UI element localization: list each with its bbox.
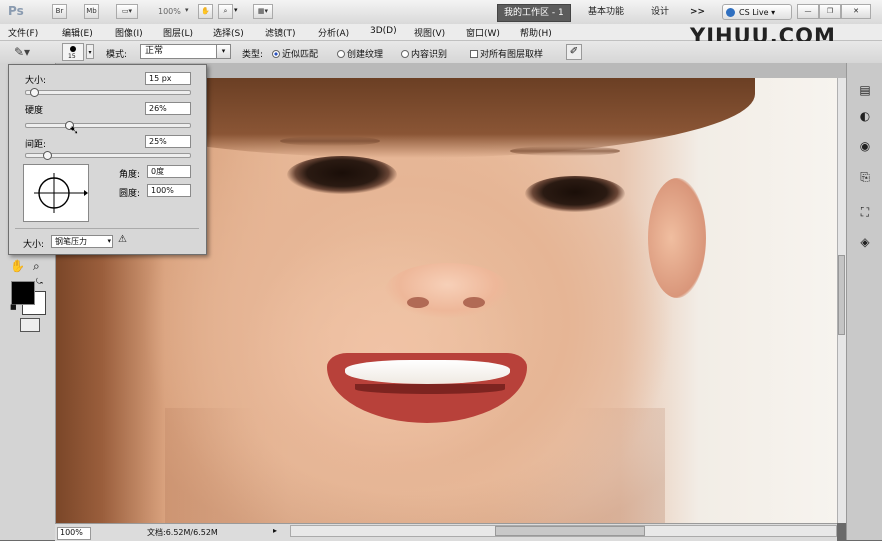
status-menu-arrow-icon[interactable]: ▸ bbox=[273, 526, 277, 535]
menu-help[interactable]: 帮助(H) bbox=[520, 26, 552, 39]
size-label: 大小: bbox=[25, 76, 47, 86]
hand-icon[interactable]: ✋ bbox=[198, 4, 213, 19]
type-texture-radio[interactable]: 创建纹理 bbox=[337, 47, 383, 60]
menu-file[interactable]: 文件(F) bbox=[8, 26, 38, 39]
cslive-label: CS Live bbox=[739, 8, 769, 17]
title-bar: Ps Br Mb ▭▾ 100% ▾ ✋ ⌕ ▾ ▦▾ 我的工作区 - 1 基本… bbox=[0, 0, 882, 25]
zoom-dropdown-icon[interactable]: ▾ bbox=[185, 6, 189, 14]
size-control-label: 大小: bbox=[23, 240, 45, 250]
hardness-field[interactable]: 26% bbox=[145, 102, 191, 115]
photo-nose bbox=[385, 263, 510, 318]
brush-crosshair-icon bbox=[34, 173, 88, 213]
view-dropdown-icon[interactable]: ▾ bbox=[234, 6, 238, 14]
menu-3d[interactable]: 3D(D) bbox=[370, 26, 397, 36]
photo-ear bbox=[648, 178, 706, 298]
more-workspaces-button[interactable]: >> bbox=[684, 4, 711, 20]
spacing-field[interactable]: 25% bbox=[145, 135, 191, 148]
vertical-scroll-thumb[interactable] bbox=[838, 255, 845, 335]
paths-panel-icon[interactable]: ⎘ bbox=[855, 168, 875, 186]
type-proximity-radio[interactable]: 近似匹配 bbox=[272, 47, 318, 60]
hardness-slider-track[interactable] bbox=[25, 123, 191, 128]
zoom-level-select[interactable]: 100% bbox=[158, 7, 181, 16]
angle-field[interactable]: 0度 bbox=[147, 165, 191, 178]
menu-window[interactable]: 窗口(W) bbox=[466, 26, 500, 39]
hardness-label: 硬度 bbox=[25, 106, 44, 116]
pressure-icon[interactable]: ✐ bbox=[566, 44, 582, 60]
horizontal-scroll-thumb[interactable] bbox=[495, 526, 645, 536]
photo-right-brow bbox=[510, 146, 620, 156]
menu-view[interactable]: 视图(V) bbox=[414, 26, 445, 39]
layers-panel-icon[interactable]: ◈ bbox=[855, 233, 875, 251]
status-zoom-field[interactable]: 100% bbox=[57, 527, 91, 540]
brush-size-number: 15 bbox=[68, 53, 76, 60]
minibridge-icon[interactable]: Mb bbox=[84, 4, 99, 19]
angle-label: 角度: bbox=[119, 170, 141, 180]
workspace-my-workspace[interactable]: 我的工作区 - 1 bbox=[497, 4, 571, 22]
brush-dropdown-icon[interactable]: ▾ bbox=[86, 44, 94, 59]
panel-dock: ▤ ◐ ◉ ⎘ ⛶ ◈ bbox=[846, 63, 882, 540]
close-icon[interactable]: ✕ bbox=[841, 4, 871, 19]
swap-colors-icon[interactable]: ⤿ bbox=[36, 277, 43, 287]
minimize-icon[interactable]: — bbox=[797, 4, 819, 19]
size-slider-track[interactable] bbox=[25, 90, 191, 95]
photo-left-brow bbox=[280, 136, 380, 146]
adjustments-panel-icon[interactable]: ◐ bbox=[855, 107, 875, 125]
quick-mask-icon[interactable] bbox=[20, 318, 40, 332]
size-field[interactable]: 15 px bbox=[145, 72, 191, 85]
mouse-cursor-icon: ➷ bbox=[69, 123, 80, 137]
size-control-select[interactable]: 钢笔压力 ▾ bbox=[51, 235, 113, 248]
type-content-aware-radio[interactable]: 内容识别 bbox=[401, 47, 447, 60]
cslive-button[interactable]: CS Live ▾ bbox=[722, 4, 792, 20]
zoom-icon[interactable]: ⌕ bbox=[218, 4, 233, 19]
photo-left-eye bbox=[287, 156, 397, 194]
roundness-field[interactable]: 100% bbox=[147, 184, 191, 197]
healing-brush-icon[interactable]: ✎▾ bbox=[14, 44, 38, 60]
options-bar: ✎▾ 15 ▾ 模式: 正常 ▾ 类型: 近似匹配 创建纹理 内容识别 对所有图层… bbox=[0, 41, 882, 64]
brush-preset-picker[interactable]: 15 bbox=[62, 43, 84, 61]
mode-select[interactable]: 正常 ▾ bbox=[140, 44, 231, 59]
mode-value: 正常 bbox=[145, 46, 164, 56]
transform-panel-icon[interactable]: ⛶ bbox=[855, 203, 875, 221]
default-colors-icon[interactable]: ■ bbox=[10, 303, 17, 311]
history-panel-icon[interactable]: ▤ bbox=[855, 81, 875, 99]
foreground-color-swatch[interactable] bbox=[11, 281, 35, 305]
menu-analysis[interactable]: 分析(A) bbox=[318, 26, 349, 39]
chevron-down-icon: ▾ bbox=[107, 237, 111, 245]
cslive-icon bbox=[726, 8, 735, 17]
type-label: 类型: bbox=[242, 50, 264, 60]
brush-dot-icon bbox=[70, 46, 76, 52]
spacing-slider-knob[interactable] bbox=[43, 151, 53, 160]
popup-divider bbox=[15, 228, 199, 229]
photo-right-eye bbox=[525, 176, 625, 212]
hand-tool-icon[interactable]: ✋ bbox=[10, 259, 25, 273]
brush-shape-preview[interactable] bbox=[23, 164, 89, 222]
bridge-icon[interactable]: Br bbox=[52, 4, 67, 19]
zoom-tool-icon[interactable]: ⌕ bbox=[33, 259, 40, 274]
menu-select[interactable]: 选择(S) bbox=[213, 26, 244, 39]
sample-all-layers-checkbox[interactable]: 对所有图层取样 bbox=[470, 47, 543, 60]
menu-image[interactable]: 图像(I) bbox=[115, 26, 143, 39]
chevron-down-icon: ▾ bbox=[216, 45, 230, 58]
menu-layer[interactable]: 图层(L) bbox=[163, 26, 193, 39]
workspace-design[interactable]: 设计 bbox=[645, 4, 675, 20]
menu-filter[interactable]: 滤镜(T) bbox=[265, 26, 296, 39]
photo-chin-shading bbox=[165, 408, 665, 523]
layout-icon[interactable]: ▭▾ bbox=[116, 4, 138, 19]
mode-label: 模式: bbox=[106, 50, 128, 60]
photoshop-logo: Ps bbox=[8, 4, 24, 18]
warning-icon: ⚠ bbox=[118, 234, 127, 245]
workspace-essentials[interactable]: 基本功能 bbox=[582, 4, 630, 20]
spacing-label: 间距: bbox=[25, 140, 47, 150]
roundness-label: 圆度: bbox=[119, 189, 141, 199]
status-doc-info[interactable]: 文档:6.52M/6.52M bbox=[147, 527, 218, 538]
photo-teeth bbox=[345, 360, 510, 384]
masks-panel-icon[interactable]: ◉ bbox=[855, 137, 875, 155]
restore-icon[interactable]: ❐ bbox=[819, 4, 841, 19]
size-slider-knob[interactable] bbox=[30, 88, 40, 97]
menu-edit[interactable]: 编辑(E) bbox=[62, 26, 93, 39]
arrange-icon[interactable]: ▦▾ bbox=[253, 4, 273, 19]
brush-picker-popup: 大小: 15 px 硬度 26% ➷ 间距: 25% 角度: 0度 圆度: 10… bbox=[8, 64, 207, 255]
photo-mouth-inner bbox=[355, 384, 505, 394]
